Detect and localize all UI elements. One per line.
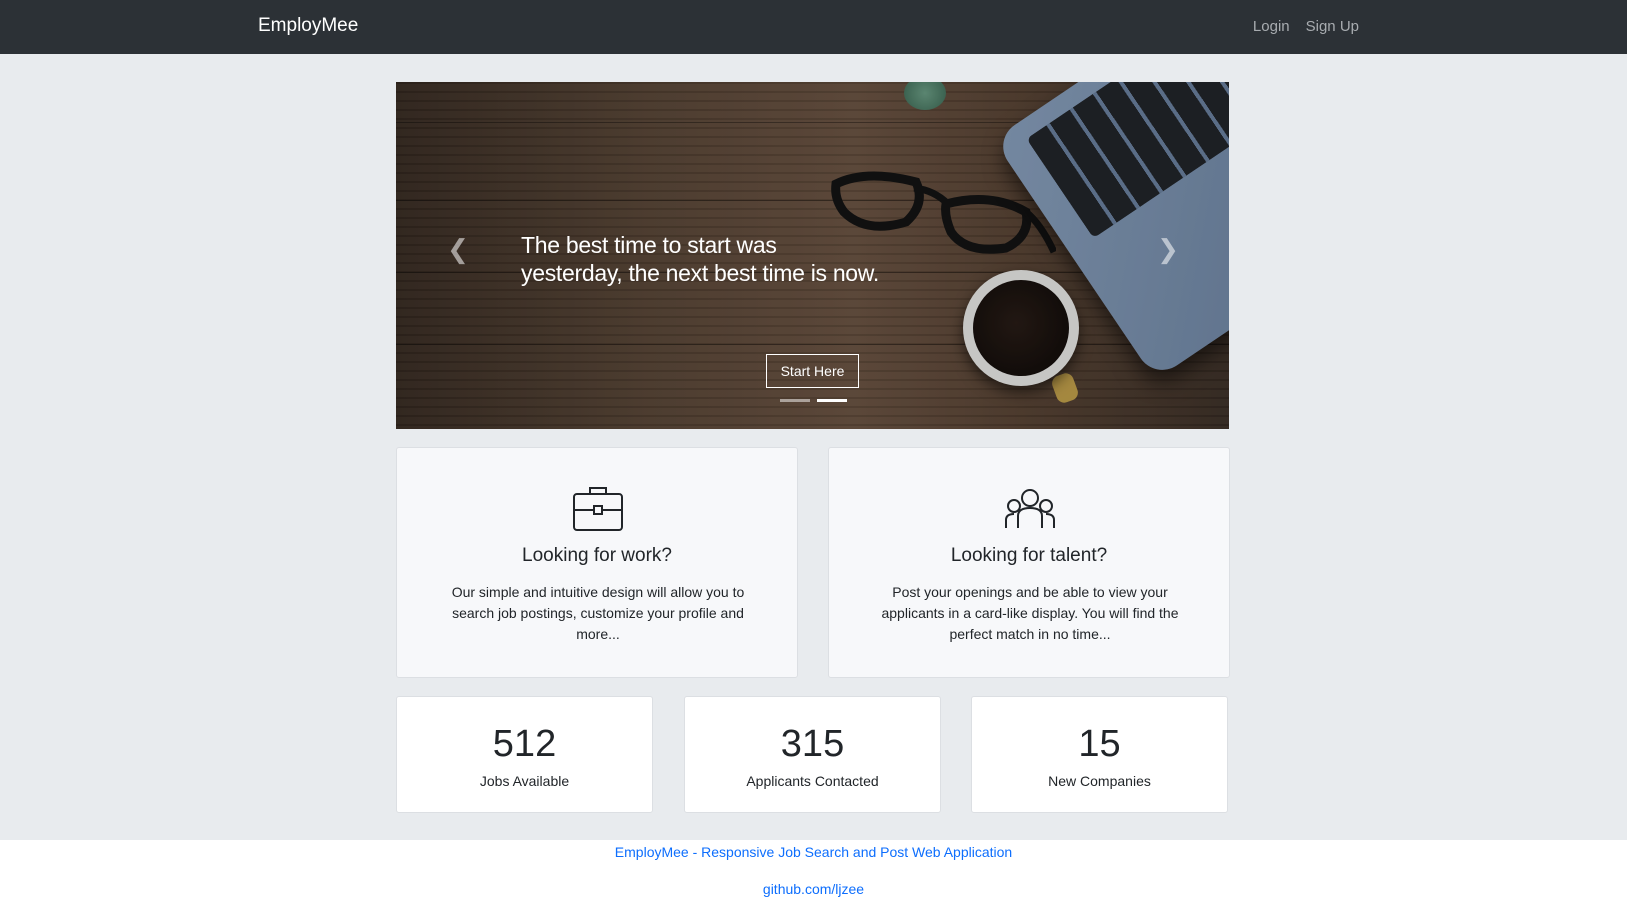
feature-title: Looking for work?: [522, 545, 672, 566]
login-link[interactable]: Login: [1253, 18, 1290, 35]
carousel-indicators: [780, 399, 847, 402]
feature-card-talent: Looking for talent? Post your openings a…: [828, 447, 1230, 678]
footer-github-link[interactable]: github.com/ljzee: [0, 881, 1627, 897]
carousel-prev-button[interactable]: ❮: [446, 234, 470, 264]
nav-links: Login Sign Up: [1253, 18, 1359, 35]
stat-label: New Companies: [1048, 773, 1151, 789]
carousel-indicator-1[interactable]: [780, 399, 810, 402]
hero-headline: The best time to start was yesterday, th…: [521, 232, 879, 286]
feature-card-work: Looking for work? Our simple and intuiti…: [396, 447, 798, 678]
stat-value: 512: [492, 723, 557, 765]
stat-value: 315: [780, 723, 845, 765]
briefcase-icon: [573, 487, 623, 531]
navbar: EmployMee Login Sign Up: [0, 0, 1627, 54]
stat-card-companies: 15 New Companies: [971, 696, 1228, 813]
stat-value: 15: [1078, 723, 1121, 765]
feature-title: Looking for talent?: [950, 545, 1108, 566]
carousel-indicator-2[interactable]: [817, 399, 847, 402]
stat-card-applicants: 315 Applicants Contacted: [684, 696, 941, 813]
signup-link[interactable]: Sign Up: [1306, 18, 1359, 35]
people-icon: [1005, 489, 1055, 528]
footer: EmployMee - Responsive Job Search and Po…: [0, 840, 1627, 916]
stat-label: Jobs Available: [479, 773, 570, 789]
footer-title-link[interactable]: EmployMee - Responsive Job Search and Po…: [0, 844, 1627, 860]
start-here-button[interactable]: Start Here: [766, 354, 859, 388]
feature-text: Post your openings and be able to view y…: [881, 584, 1179, 642]
stat-label: Applicants Contacted: [746, 773, 879, 789]
stat-card-jobs: 512 Jobs Available: [396, 696, 653, 813]
feature-text: Our simple and intuitive design will all…: [451, 584, 745, 642]
hero-carousel: ❮ ❯ The best time to start was yesterday…: [396, 82, 1229, 429]
carousel-next-button[interactable]: ❯: [1156, 234, 1180, 264]
brand-logo[interactable]: EmployMee: [258, 15, 358, 37]
